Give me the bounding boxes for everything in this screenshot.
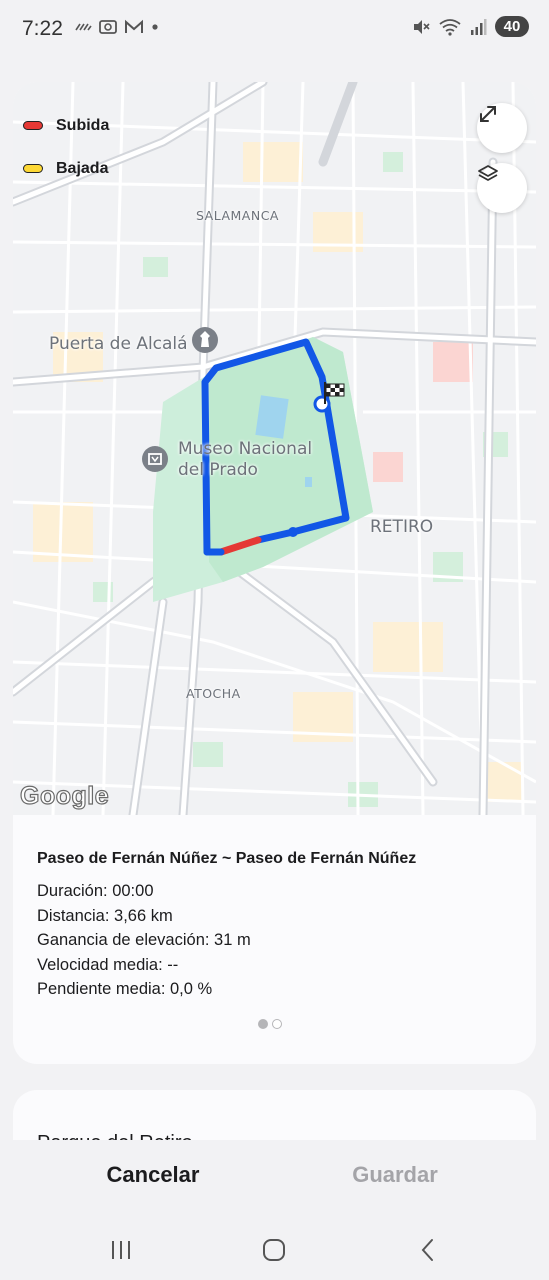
layers-icon xyxy=(478,165,498,181)
museum-pin-icon xyxy=(142,446,168,472)
mute-icon xyxy=(414,19,430,34)
back-icon xyxy=(421,1239,433,1261)
map-label-atocha: ATOCHA xyxy=(186,686,241,701)
status-time: 7:22 xyxy=(22,17,63,40)
route-info: Paseo de Fernán Núñez ~ Paseo de Fernán … xyxy=(37,850,517,1002)
save-button[interactable]: Guardar xyxy=(300,1162,490,1188)
map-view[interactable]: SALAMANCA Puerta de Alcalá Museo Naciona… xyxy=(13,82,536,815)
map-label-retiro: RETIRO xyxy=(370,517,434,537)
cancel-button[interactable]: Cancelar xyxy=(58,1162,248,1188)
expand-map-button[interactable] xyxy=(477,103,527,153)
route-distance: Distancia: 3,66 km xyxy=(37,906,173,925)
google-logo: Google xyxy=(19,781,110,810)
system-nav-bar xyxy=(0,1218,549,1280)
legend-label-uphill: Subida xyxy=(56,116,110,134)
route-elevation-gain: Ganancia de elevación: 31 m xyxy=(37,931,251,949)
legend-swatch-downhill xyxy=(23,164,43,173)
map-label-puerta-de-alcala: Puerta de Alcalá xyxy=(49,334,188,354)
status-bar: 7:22 40 xyxy=(0,0,549,60)
map-label-museo-line1: Museo Nacional xyxy=(178,439,313,459)
page-dot-2[interactable] xyxy=(272,1019,282,1029)
battery-indicator: 40 xyxy=(495,16,529,37)
signal-icon xyxy=(471,18,487,35)
system-icons: 40 xyxy=(411,16,529,37)
gmail-icon xyxy=(125,19,143,33)
notification-icons xyxy=(74,18,160,36)
route-card: SALAMANCA Puerta de Alcalá Museo Naciona… xyxy=(13,82,536,1064)
wifi-icon xyxy=(439,18,461,36)
page-indicator xyxy=(258,1019,282,1029)
start-marker xyxy=(313,395,331,413)
recent-apps-icon xyxy=(112,1241,130,1259)
legend-swatch-uphill xyxy=(23,121,43,130)
action-bar: Cancelar Guardar xyxy=(0,1140,549,1218)
home-button[interactable] xyxy=(254,1236,294,1264)
legend-item-downhill: Bajada xyxy=(23,147,109,190)
home-icon xyxy=(263,1239,285,1261)
wind-icon xyxy=(75,23,92,31)
route-average-slope: Pendiente media: 0,0 % xyxy=(37,980,213,998)
screenshot-icon xyxy=(99,20,117,34)
dot-icon xyxy=(152,24,158,30)
expand-icon xyxy=(480,106,496,122)
map-legend: Subida Bajada xyxy=(23,104,109,190)
map-label-salamanca: SALAMANCA xyxy=(196,208,279,223)
monument-pin-icon xyxy=(192,327,218,353)
legend-item-uphill: Subida xyxy=(23,104,109,147)
back-button[interactable] xyxy=(408,1236,448,1264)
route-title: Paseo de Fernán Núñez ~ Paseo de Fernán … xyxy=(37,850,417,867)
map-layers-button[interactable] xyxy=(477,163,527,213)
route-duration: Duración: 00:00 xyxy=(37,882,154,900)
route-average-speed: Velocidad media: -- xyxy=(37,955,179,974)
legend-label-downhill: Bajada xyxy=(56,159,109,177)
page-dot-1[interactable] xyxy=(258,1019,268,1029)
map-label-museo-line2: del Prado xyxy=(178,460,258,480)
recent-apps-button[interactable] xyxy=(101,1236,141,1264)
